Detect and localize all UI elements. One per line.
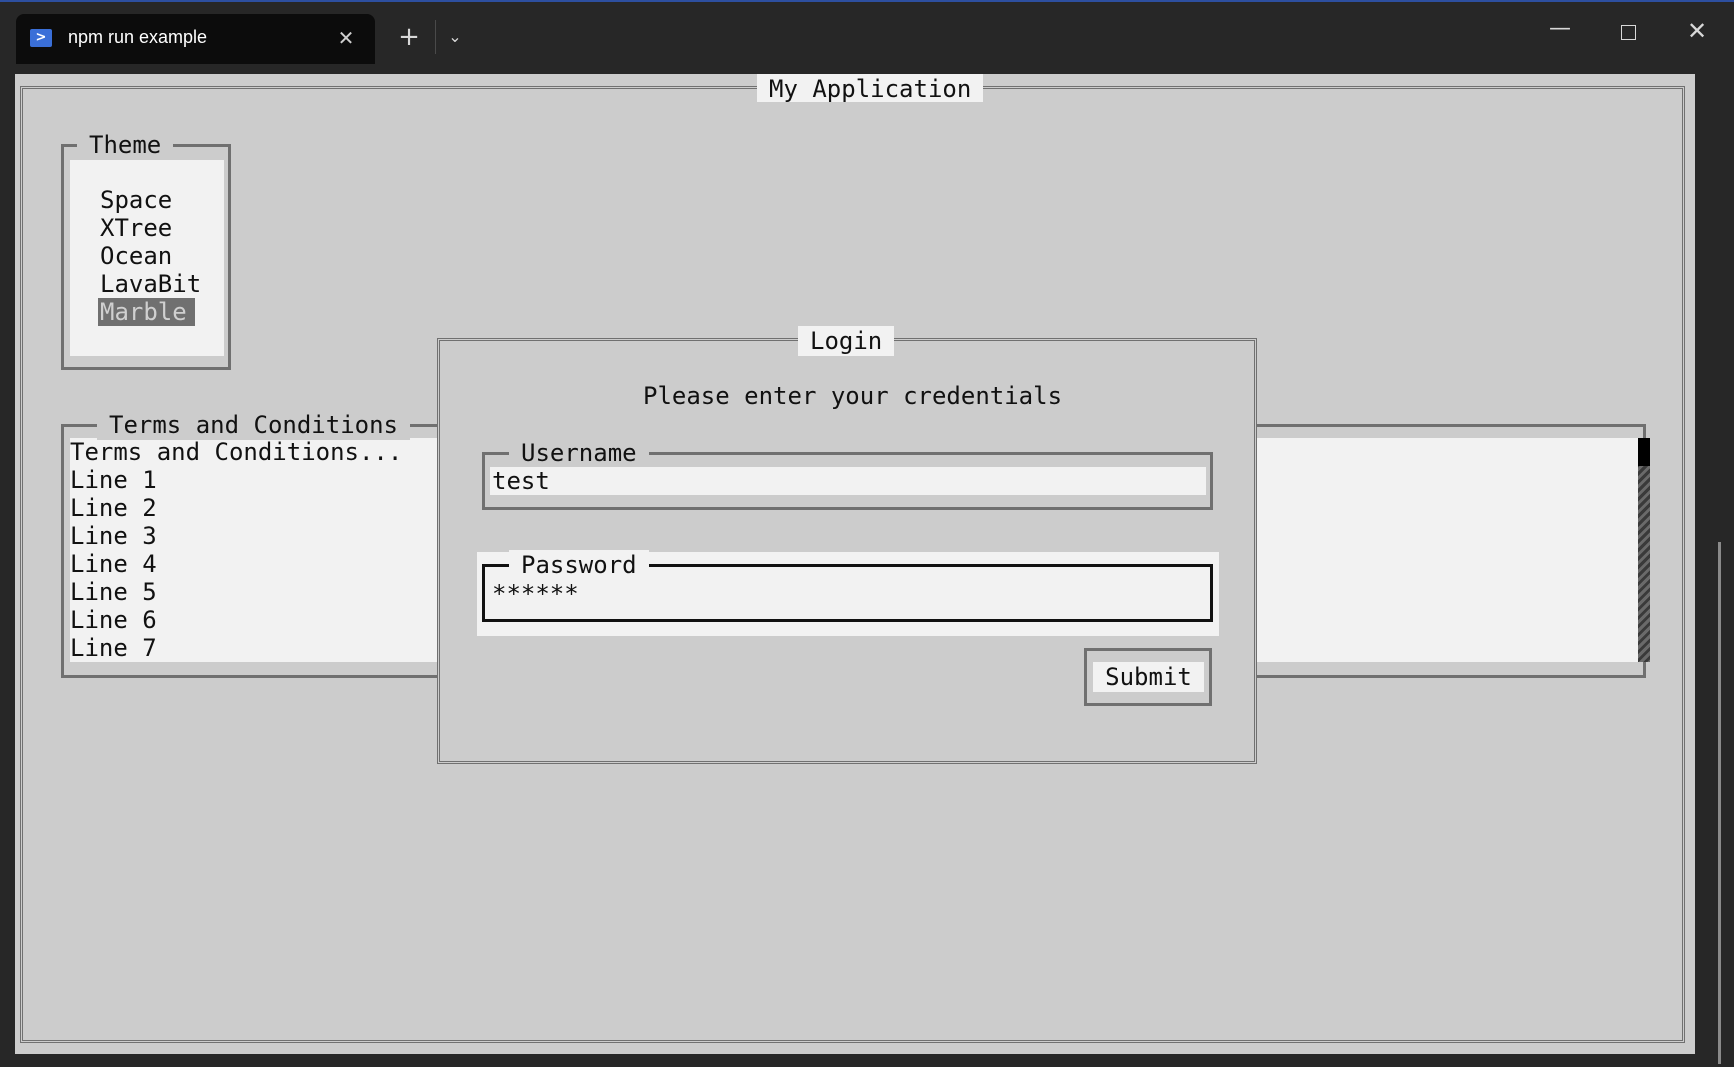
theme-label: Theme [77, 130, 174, 160]
terminal-content: My Application Theme Space XTree Ocean L… [15, 74, 1695, 1054]
login-title: Login [798, 326, 895, 356]
powershell-icon: > [30, 29, 52, 47]
app-title: My Application [757, 74, 984, 103]
terms-line: Line 6 [70, 606, 157, 634]
tab-separator [435, 20, 436, 54]
chevron-down-icon[interactable]: ⌄ [440, 22, 470, 52]
username-label: Username [509, 438, 649, 468]
title-bar: > npm run example ✕ + ⌄ — ✕ [0, 2, 1734, 68]
theme-item-xtree[interactable]: XTree [98, 214, 203, 242]
terminal-window: > npm run example ✕ + ⌄ — ✕ My Applicati… [0, 0, 1734, 1067]
login-prompt: Please enter your credentials [643, 382, 1063, 410]
password-input[interactable] [490, 580, 1206, 608]
username-input[interactable] [490, 467, 1206, 495]
maximize-icon[interactable] [1613, 17, 1643, 47]
plus-icon[interactable]: + [394, 22, 424, 52]
terminal-scrollbar[interactable] [1718, 542, 1721, 1064]
theme-item-marble[interactable]: Marble [98, 298, 195, 326]
terms-line: Line 7 [70, 634, 157, 662]
terms-line: Line 1 [70, 466, 157, 494]
tab-npm-run-example[interactable]: > npm run example ✕ [16, 14, 375, 64]
terms-line: Line 3 [70, 522, 157, 550]
terms-line: Terms and Conditions... [70, 438, 403, 466]
terms-line: Line 4 [70, 550, 157, 578]
terms-scrollbar-thumb[interactable] [1638, 438, 1650, 466]
theme-item-lavabit[interactable]: LavaBit [98, 270, 203, 298]
close-tab-icon[interactable]: ✕ [332, 24, 360, 52]
theme-item-ocean[interactable]: Ocean [98, 242, 203, 270]
close-window-icon[interactable]: ✕ [1682, 16, 1712, 46]
submit-button[interactable]: Submit [1093, 662, 1204, 692]
terms-scrollbar[interactable] [1638, 438, 1650, 662]
terms-lines: Terms and Conditions... Line 1 Line 2 Li… [70, 438, 402, 662]
theme-list: Space XTree Ocean LavaBit Marble [98, 186, 203, 326]
tab-title: npm run example [68, 27, 208, 47]
password-label: Password [509, 550, 649, 580]
minimize-icon[interactable]: — [1545, 14, 1575, 44]
terms-label: Terms and Conditions [97, 410, 410, 440]
theme-item-space[interactable]: Space [98, 186, 203, 214]
terms-line: Line 2 [70, 494, 157, 522]
terms-line: Line 5 [70, 578, 157, 606]
